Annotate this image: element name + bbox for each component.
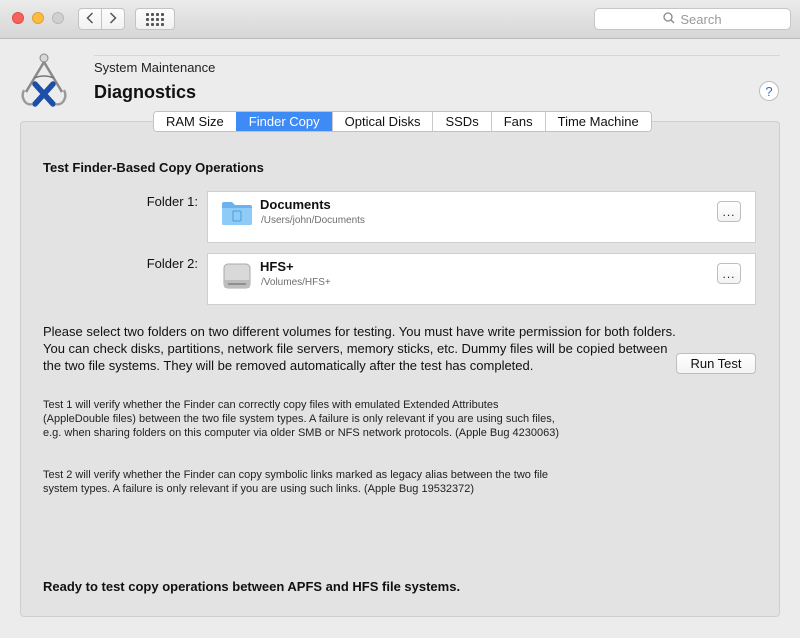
folder-icon [221,200,253,226]
section-title: Test Finder-Based Copy Operations [43,160,264,175]
chevron-left-icon [86,11,94,27]
choose-folder2-button[interactable]: ... [717,263,741,284]
test2-description: Test 2 will verify whether the Finder ca… [43,469,549,495]
show-all-button[interactable] [135,8,175,30]
run-test-button[interactable]: Run Test [676,353,756,374]
folder1-path: /Users/john/Documents [261,215,365,226]
folder1-box[interactable]: Documents /Users/john/Documents ... [207,191,756,243]
zoom-button[interactable] [52,12,64,24]
preferences-window: Search System Maintenance Diagnostics ? … [0,0,800,638]
forward-button[interactable] [101,8,125,30]
grid-icon [146,12,164,26]
search-placeholder: Search [680,11,722,27]
tab-bar: RAM Size Finder Copy Optical Disks SSDs … [153,111,652,132]
minimize-button[interactable] [32,12,44,24]
tab-ram-size[interactable]: RAM Size [154,112,236,131]
question-mark-icon: ? [765,83,773,99]
title-bar: Search [0,0,800,39]
tab-ssds[interactable]: SSDs [432,112,491,131]
folder1-label: Folder 1: [146,194,198,209]
hard-disk-icon [221,262,253,289]
page-title: Diagnostics [94,82,197,102]
tab-fans[interactable]: Fans [490,112,545,131]
close-button[interactable] [12,12,24,24]
folder2-box[interactable]: HFS+ /Volumes/HFS+ ... [207,253,756,305]
tab-time-machine[interactable]: Time Machine [544,112,651,131]
tab-finder-copy[interactable]: Finder Copy [235,112,332,131]
status-text: Ready to test copy operations between AP… [43,579,461,594]
folder2-label: Folder 2: [146,256,198,271]
folder2-path: /Volumes/HFS+ [261,277,331,288]
back-button[interactable] [78,8,102,30]
page-subtitle: System Maintenance [94,60,216,75]
search-icon [663,11,680,27]
tab-optical-disks[interactable]: Optical Disks [331,112,433,131]
folder1-name: Documents [260,197,331,212]
app-logo-icon [18,52,70,108]
folder2-name: HFS+ [260,259,294,274]
test1-description: Test 1 will verify whether the Finder ca… [43,399,560,439]
choose-folder1-button[interactable]: ... [717,201,741,222]
header-divider [94,55,780,56]
help-button[interactable]: ? [759,81,779,101]
instructions-text: Please select two folders on two differe… [43,324,676,373]
chevron-right-icon [109,11,117,27]
search-field[interactable]: Search [594,8,791,30]
